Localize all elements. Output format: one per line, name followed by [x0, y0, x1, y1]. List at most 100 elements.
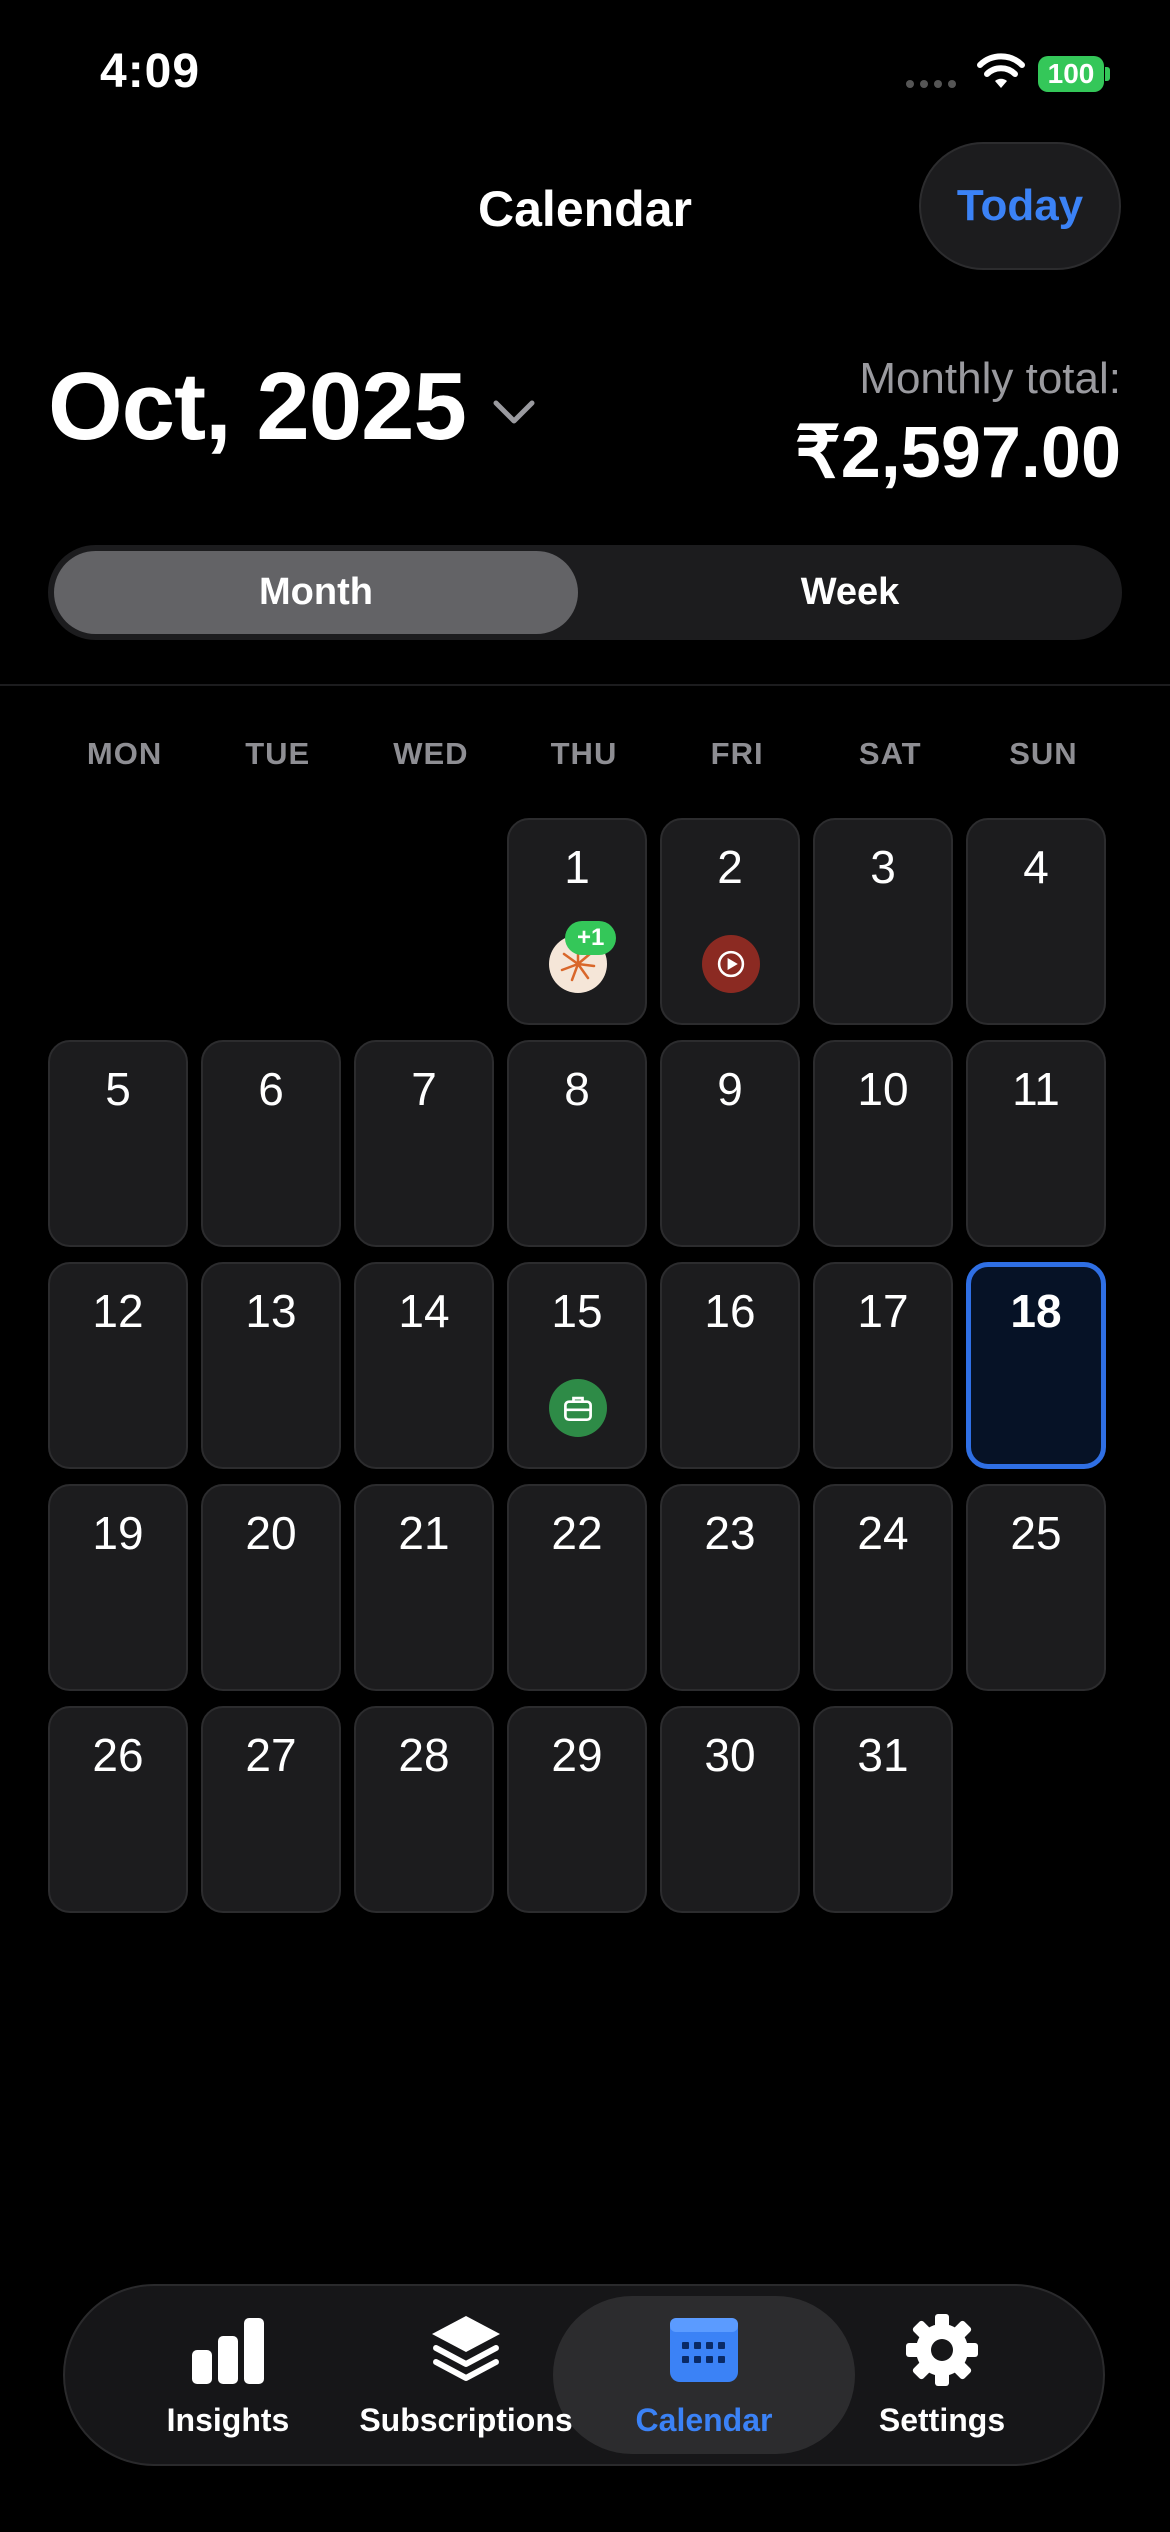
weekday-label: THU	[550, 736, 618, 771]
gear-icon	[906, 2314, 978, 2386]
cellular-signal-icon	[906, 80, 956, 88]
calendar-day[interactable]: 27	[201, 1706, 341, 1913]
tab-subscriptions[interactable]: Subscriptions	[336, 2310, 596, 2439]
weekday-label: TUE	[245, 736, 311, 771]
calendar-day[interactable]: 31	[813, 1706, 953, 1913]
day-number: 31	[857, 1729, 909, 1781]
calendar-day[interactable]: 5	[48, 1040, 188, 1247]
calendar-day[interactable]: 2	[660, 818, 800, 1025]
calendar-day[interactable]: 14	[354, 1262, 494, 1469]
calendar-day[interactable]: 29	[507, 1706, 647, 1913]
calendar-day[interactable]: 17	[813, 1262, 953, 1469]
tab-settings[interactable]: Settings	[812, 2310, 1072, 2439]
monthly-total-value: ₹2,597.00	[794, 413, 1121, 493]
day-number: 11	[1012, 1063, 1060, 1115]
calendar-day[interactable]: 13	[201, 1262, 341, 1469]
day-number: 29	[551, 1729, 603, 1781]
monthly-total-label: Monthly total:	[859, 354, 1121, 403]
calendar-day[interactable]: 15	[507, 1262, 647, 1469]
day-number: 9	[717, 1063, 743, 1115]
day-number: 14	[398, 1285, 450, 1337]
calendar-day[interactable]: 23	[660, 1484, 800, 1691]
calendar-day[interactable]: 3	[813, 818, 953, 1025]
calendar-day[interactable]: 30	[660, 1706, 800, 1913]
calendar-empty-cell	[201, 818, 341, 1025]
calendar-day[interactable]: 24	[813, 1484, 953, 1691]
chevron-down-icon	[493, 400, 535, 424]
calendar-empty-cell	[48, 818, 188, 1025]
calendar-day[interactable]: 8	[507, 1040, 647, 1247]
calendar-empty-cell	[354, 818, 494, 1025]
day-number: 2	[717, 841, 743, 893]
day-number: 4	[1023, 841, 1049, 893]
tab-label: Calendar	[635, 2402, 773, 2438]
day-number: 1	[564, 841, 590, 893]
day-number: 30	[704, 1729, 756, 1781]
day-number: 18	[1010, 1285, 1062, 1337]
month-label: Oct, 2025	[48, 353, 467, 460]
day-number: 8	[564, 1063, 590, 1115]
calendar-day[interactable]: 12	[48, 1262, 188, 1469]
calendar-day[interactable]: 1 +1	[507, 818, 647, 1025]
calendar-day[interactable]: 22	[507, 1484, 647, 1691]
calendar-day-today[interactable]: 18	[966, 1262, 1106, 1469]
day-number: 23	[704, 1507, 756, 1559]
month-selector[interactable]: Oct, 2025	[48, 352, 536, 462]
layers-icon	[432, 2316, 500, 2381]
day-number: 10	[857, 1063, 909, 1115]
view-toggle: Month Week	[48, 545, 1122, 640]
month-view-option[interactable]: Month	[54, 551, 578, 634]
weekday-label: FRI	[710, 736, 764, 771]
day-number: 22	[551, 1507, 603, 1559]
day-number: 27	[245, 1729, 297, 1781]
tab-calendar[interactable]: Calendar	[574, 2310, 834, 2439]
day-number: 13	[245, 1285, 297, 1337]
weekday-label: MON	[86, 736, 163, 771]
battery-icon: 100	[1038, 56, 1110, 92]
calendar-day[interactable]: 25	[966, 1484, 1106, 1691]
more-subscriptions-badge: +1	[565, 921, 617, 955]
tab-label: Insights	[166, 2402, 290, 2438]
weekday-header: MON TUE WED THU FRI SAT SUN	[48, 736, 1120, 772]
calendar-day[interactable]: 28	[354, 1706, 494, 1913]
tab-insights[interactable]: Insights	[98, 2310, 358, 2439]
day-number: 3	[870, 841, 896, 893]
calendar-day[interactable]: 11	[966, 1040, 1106, 1247]
day-number: 28	[398, 1729, 450, 1781]
day-number: 6	[258, 1063, 284, 1115]
calendar-grid: 1 +1 2 3 4 5 6 7 8 9 10 11 12 13 14 15 16 17 18 19 20 21 22 23 2…	[48, 818, 1112, 1913]
day-number: 25	[1010, 1507, 1062, 1559]
status-time: 4:09	[100, 45, 201, 98]
calendar-day[interactable]: 10	[813, 1040, 953, 1247]
calendar-day[interactable]: 16	[660, 1262, 800, 1469]
day-number: 16	[704, 1285, 756, 1337]
briefcase-icon	[549, 1379, 607, 1437]
calendar-day[interactable]: 19	[48, 1484, 188, 1691]
day-number: 12	[92, 1285, 144, 1337]
calendar-icon	[670, 2318, 738, 2382]
week-view-option[interactable]: Week	[584, 551, 1116, 634]
calendar-day[interactable]: 6	[201, 1040, 341, 1247]
battery-level: 100	[1047, 58, 1095, 89]
day-number: 20	[245, 1507, 297, 1559]
calendar-day[interactable]: 4	[966, 818, 1106, 1025]
day-number: 21	[398, 1507, 450, 1559]
calendar-day[interactable]: 9	[660, 1040, 800, 1247]
bar-chart-icon	[192, 2318, 264, 2384]
wifi-icon	[977, 53, 1025, 88]
calendar-day[interactable]: 20	[201, 1484, 341, 1691]
day-number: 5	[105, 1063, 131, 1115]
weekday-label: WED	[393, 736, 469, 771]
tab-label: Settings	[878, 2402, 1006, 2438]
weekday-label: SUN	[1009, 736, 1078, 771]
calendar-day[interactable]: 21	[354, 1484, 494, 1691]
calendar-day[interactable]: 7	[354, 1040, 494, 1247]
day-number: 15	[551, 1285, 603, 1337]
tab-label: Subscriptions	[359, 2402, 573, 2438]
today-button[interactable]: Today	[919, 142, 1121, 270]
day-number: 7	[411, 1063, 437, 1115]
play-icon	[702, 935, 760, 993]
day-number: 19	[92, 1507, 144, 1559]
day-number: 24	[857, 1507, 909, 1559]
calendar-day[interactable]: 26	[48, 1706, 188, 1913]
